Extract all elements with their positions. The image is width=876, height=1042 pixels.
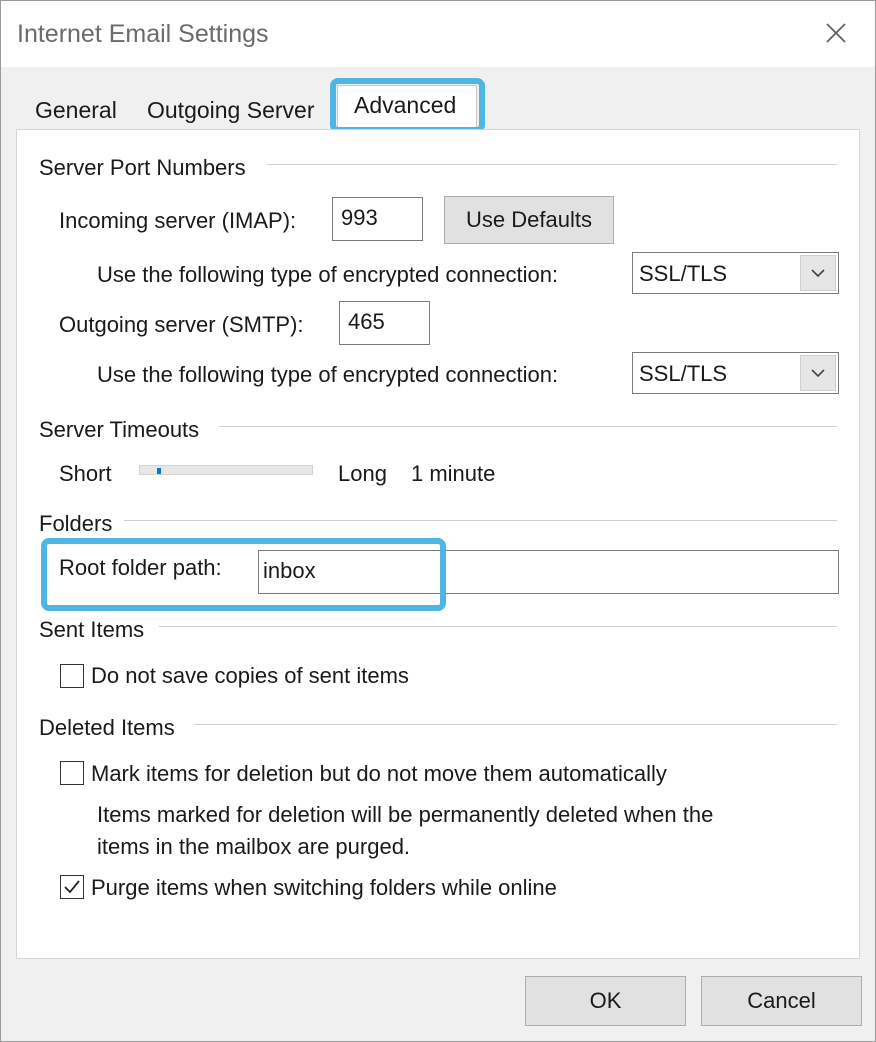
chevron-down-icon: [800, 255, 836, 291]
incoming-port-input[interactable]: 993: [332, 197, 423, 241]
tab-outgoing-server[interactable]: Outgoing Server: [133, 87, 331, 131]
root-folder-highlight: [41, 538, 446, 611]
cancel-button[interactable]: Cancel: [701, 976, 862, 1026]
outgoing-encryption-select[interactable]: SSL/TLS: [632, 352, 839, 394]
outgoing-server-label: Outgoing server (SMTP):: [59, 312, 304, 337]
server-timeouts-divider: [219, 426, 837, 427]
chevron-down-icon: [800, 355, 836, 391]
purge-items-label: Purge items when switching folders while…: [91, 875, 557, 900]
title-bar: Internet Email Settings: [1, 1, 875, 67]
close-icon: [826, 23, 846, 43]
timeout-long-label: Long: [338, 461, 387, 486]
tab-outgoing-server-label: Outgoing Server: [147, 97, 315, 123]
server-timeouts-group-title: Server Timeouts: [39, 417, 200, 442]
checkmark-icon: [64, 880, 80, 894]
mark-for-deletion-checkbox[interactable]: [60, 761, 84, 785]
folders-divider: [124, 520, 837, 521]
timeout-short-label: Short: [59, 461, 112, 486]
no-save-copies-label: Do not save copies of sent items: [91, 663, 409, 688]
close-button[interactable]: [807, 11, 867, 57]
advanced-tab-highlight: [330, 78, 485, 133]
outgoing-encryption-label: Use the following type of encrypted conn…: [97, 362, 559, 387]
timeout-slider[interactable]: [139, 465, 313, 475]
tab-general[interactable]: General: [21, 87, 131, 131]
incoming-encryption-select[interactable]: SSL/TLS: [632, 252, 839, 294]
no-save-copies-checkbox[interactable]: [60, 664, 84, 688]
outgoing-port-input[interactable]: 465: [339, 301, 430, 345]
server-ports-group-title: Server Port Numbers: [39, 155, 246, 180]
incoming-server-label: Incoming server (IMAP):: [59, 208, 297, 233]
deletion-note-line2: items in the mailbox are purged.: [97, 834, 411, 859]
timeout-value-label: 1 minute: [411, 461, 496, 486]
tab-general-label: General: [35, 97, 117, 123]
server-ports-divider: [267, 164, 837, 165]
purge-items-checkbox[interactable]: [60, 875, 84, 899]
timeout-slider-thumb[interactable]: [157, 468, 161, 474]
sent-items-group-title: Sent Items: [39, 617, 145, 642]
sent-items-divider: [159, 626, 837, 627]
mark-for-deletion-label: Mark items for deletion but do not move …: [91, 761, 667, 786]
incoming-encryption-label: Use the following type of encrypted conn…: [97, 262, 559, 287]
ok-button[interactable]: OK: [525, 976, 686, 1026]
deleted-items-divider: [194, 724, 837, 725]
use-defaults-button[interactable]: Use Defaults: [444, 196, 614, 244]
folders-group-title: Folders: [39, 511, 113, 536]
outgoing-encryption-value: SSL/TLS: [639, 361, 728, 386]
deleted-items-group-title: Deleted Items: [39, 715, 175, 740]
deletion-note-line1: Items marked for deletion will be perman…: [97, 802, 714, 827]
window-title: Internet Email Settings: [17, 20, 269, 48]
internet-email-settings-dialog: Internet Email Settings General Outgoing…: [0, 0, 876, 1042]
incoming-encryption-value: SSL/TLS: [639, 261, 728, 286]
